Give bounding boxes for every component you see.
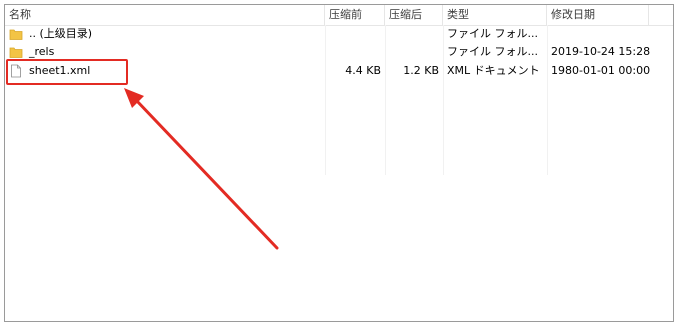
annotation-arrow [124, 88, 279, 250]
